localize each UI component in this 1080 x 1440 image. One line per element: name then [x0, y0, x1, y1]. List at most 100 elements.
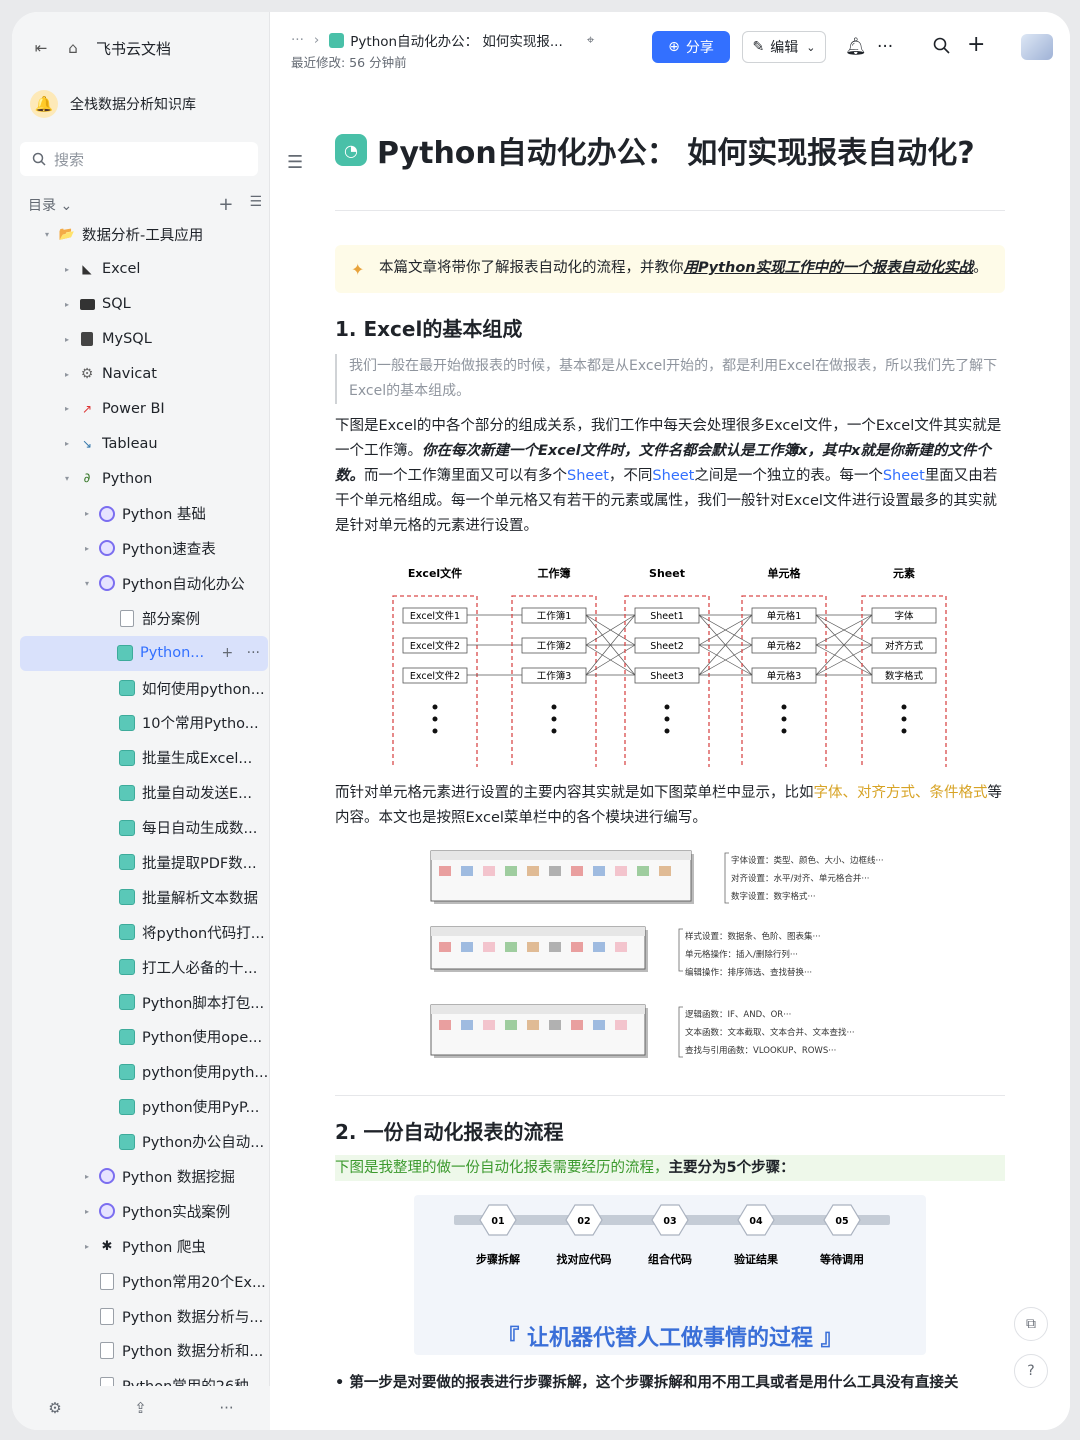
divider	[335, 210, 1005, 211]
sidebar-item[interactable]: Python脚本打包...	[12, 985, 270, 1020]
notification-icon[interactable]: 🔔︎	[845, 37, 867, 57]
search-icon	[32, 152, 46, 166]
sidebar-item[interactable]: Python 数据分析和...	[12, 1334, 270, 1369]
sidebar-item[interactable]: Python... + ···	[20, 635, 268, 671]
home-icon[interactable]: ⌂	[64, 39, 82, 57]
add-icon[interactable]: +	[967, 32, 985, 57]
callout-link[interactable]: 用Python实现工作中的一个报表自动化实战	[684, 260, 974, 276]
add-icon[interactable]: +	[218, 194, 233, 215]
heading-2-subtitle: 下图是我整理的做一份自动化报表需要经历的流程，主要分为5个步骤：	[335, 1155, 1005, 1181]
sidebar-item-label: 打工人必备的十...	[142, 960, 258, 977]
ribbon-tabbar	[431, 1005, 645, 1014]
expand-arrow-icon[interactable]: ▸	[60, 265, 74, 274]
outline-icon[interactable]: ☰	[287, 152, 303, 173]
add-icon[interactable]: +	[222, 645, 234, 661]
sidebar-item[interactable]: Python 数据分析与...	[12, 1299, 270, 1334]
expand-arrow-icon[interactable]: ▾	[80, 579, 94, 588]
sidebar-item[interactable]: 部分案例	[12, 601, 270, 636]
sidebar-item[interactable]: ▾ Python自动化办公	[12, 566, 270, 601]
sidebar: ⇤ ⌂ 飞书云文档 🔔 全栈数据分析知识库 搜索 目录 ⌄ + ☰ ▾ 📂 数据分析…	[12, 12, 270, 1430]
sidebar-item[interactable]: 如何使用python...	[12, 671, 270, 706]
ribbon-icon	[571, 942, 583, 952]
sidebar-item[interactable]: ▸ SQL	[12, 287, 270, 322]
sidebar-item[interactable]: ▸ ↗ Power BI	[12, 391, 270, 426]
share-out-icon[interactable]: ⇪	[134, 1399, 147, 1417]
expand-arrow-icon[interactable]: ▸	[60, 370, 74, 379]
collapse-sidebar-icon[interactable]: ⇤	[32, 39, 50, 57]
main-area: ··· › Python自动化办公： 如何实现报... ⌖ 最近修改: 56 分…	[271, 12, 1070, 1430]
sidebar-item[interactable]: ▾ ∂ Python	[12, 461, 270, 496]
quote-block: 我们一般在最开始做报表的时候，基本都是从Excel开始的，都是利用Excel在做…	[335, 354, 1005, 404]
expand-arrow-icon[interactable]: ▸	[80, 544, 94, 553]
sidebar-item[interactable]: 批量解析文本数据	[12, 880, 270, 915]
sidebar-item[interactable]: 批量生成Excel...	[12, 740, 270, 775]
settings-icon[interactable]: ⚙	[48, 1399, 61, 1417]
expand-arrow-icon[interactable]: ▸	[80, 1172, 94, 1181]
sidebar-item[interactable]: 每日自动生成数...	[12, 810, 270, 845]
doc-icon	[329, 32, 345, 48]
excel-structure-diagram: Excel文件Excel文件1Excel文件2Excel文件2工作簿工作簿1工作…	[392, 566, 947, 769]
item-actions: + ···	[222, 645, 260, 661]
expand-arrow-icon[interactable]: ▾	[60, 474, 74, 483]
bell-icon: 🔔	[30, 90, 58, 118]
sidebar-item[interactable]: ▸ ✱ Python 爬虫	[12, 1229, 270, 1264]
more-icon[interactable]: ···	[219, 1399, 233, 1417]
more-options-icon[interactable]: ···	[877, 37, 893, 57]
sidebar-item[interactable]: python使用pyth...	[12, 1054, 270, 1089]
expand-arrow-icon[interactable]: ▸	[80, 1207, 94, 1216]
search-input[interactable]: 搜索	[20, 142, 258, 176]
expand-arrow-icon[interactable]: ▸	[60, 439, 74, 448]
paragraph-1: 下图是Excel的中各个部分的组成关系，我们工作中每天会处理很多Excel文件，…	[335, 414, 1005, 539]
sidebar-item[interactable]: 批量自动发送E...	[12, 775, 270, 810]
ribbon-icon	[615, 1020, 627, 1030]
lightbulb-icon: ✦	[351, 260, 365, 279]
sidebar-item[interactable]: python使用PyP...	[12, 1089, 270, 1124]
sidebar-item[interactable]: 10个常用Pytho...	[12, 705, 270, 740]
expand-arrow-icon[interactable]: ▸	[60, 335, 74, 344]
search-icon[interactable]	[933, 37, 950, 59]
sidebar-item[interactable]: ▸ Python 基础	[12, 496, 270, 531]
sidebar-item[interactable]: ▸ ◣ Excel	[12, 252, 270, 287]
help-icon[interactable]: ?	[1014, 1354, 1048, 1388]
sidebar-item[interactable]: 打工人必备的十...	[12, 950, 270, 985]
ribbon-icon	[483, 1020, 495, 1030]
diagram-cell-label: 工作簿2	[537, 640, 572, 652]
edit-button[interactable]: ✎ 编辑 ⌄	[742, 31, 826, 63]
avatar[interactable]	[1021, 34, 1053, 60]
sidebar-item[interactable]: ▸ ⚙ Navicat	[12, 357, 270, 392]
expand-arrow-icon[interactable]: ▾	[40, 230, 54, 239]
sidebar-item[interactable]: ▸ Python实战案例	[12, 1194, 270, 1229]
breadcrumb-more[interactable]: ···	[291, 32, 304, 48]
sidebar-item[interactable]: Python常用20个Ex...	[12, 1264, 270, 1299]
ribbon-icon	[527, 942, 539, 952]
diagram-ellipsis-dot	[664, 716, 670, 722]
sidebar-item[interactable]: Python使用ope...	[12, 1019, 270, 1054]
share-button[interactable]: ⊕ 分享	[652, 31, 730, 63]
doc-title[interactable]: Python自动化办公： 如何实现报表自动化?	[377, 128, 975, 172]
sidebar-item[interactable]: 将python代码打...	[12, 915, 270, 950]
sidebar-item[interactable]: ▸ MySQL	[12, 322, 270, 357]
knowledge-base-header[interactable]: 🔔 全栈数据分析知识库	[30, 90, 196, 118]
sidebar-item[interactable]: ▸ ↘ Tableau	[12, 426, 270, 461]
expand-arrow-icon[interactable]: ▸	[60, 404, 74, 413]
sidebar-item[interactable]: ▸ Python速查表	[12, 531, 270, 566]
diagram-column: Sheet Sheet1 Sheet2 Sheet3	[624, 567, 710, 769]
p1-sheet-2: Sheet	[652, 468, 695, 484]
doc-info-icon[interactable]: ⧉	[1014, 1307, 1048, 1341]
sidebar-item[interactable]: Python办公自动...	[12, 1124, 270, 1159]
more-icon[interactable]: ···	[247, 645, 260, 661]
expand-arrow-icon[interactable]: ▸	[60, 300, 74, 309]
list-view-icon[interactable]: ☰	[249, 194, 262, 215]
p1-e: ，不同	[608, 468, 653, 484]
expand-arrow-icon[interactable]: ▸	[80, 509, 94, 518]
toc-toggle[interactable]: 目录 ⌄	[28, 195, 72, 215]
breadcrumb-doc[interactable]: Python自动化办公： 如何实现报...	[350, 30, 562, 50]
expand-arrow-icon[interactable]: ▸	[80, 1242, 94, 1251]
sidebar-item[interactable]: ▸ Python 数据挖掘	[12, 1159, 270, 1194]
flow-step: 05 等待调用	[819, 1204, 864, 1266]
pin-icon[interactable]: ⌖	[587, 32, 595, 48]
sidebar-item[interactable]: ▾ 📂 数据分析-工具应用	[12, 217, 270, 252]
sidebar-item[interactable]: 批量提取PDF数...	[12, 845, 270, 880]
globe-icon: ⊕	[668, 39, 680, 55]
chevron-down-icon: ⌄	[806, 40, 816, 54]
